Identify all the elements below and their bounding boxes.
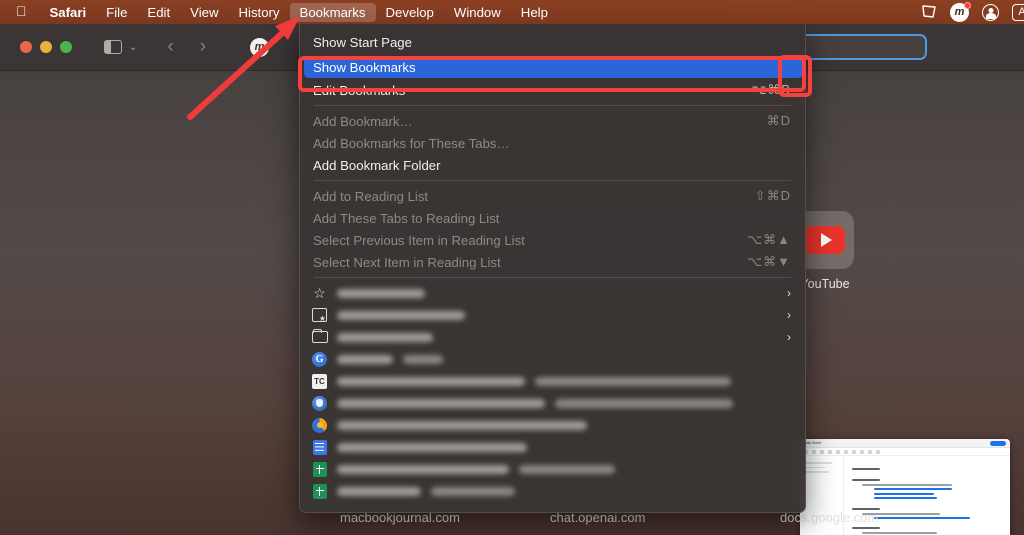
menu-history[interactable]: History	[229, 3, 290, 22]
sidebar-button-highlight-box	[778, 55, 812, 97]
menu-item-add-these-tabs-to-reading-list[interactable]: Add These Tabs to Reading List	[300, 207, 805, 229]
bookmark-row[interactable]	[300, 480, 805, 502]
bookmark-row[interactable]	[300, 392, 805, 414]
folder-icon	[311, 328, 328, 346]
bookmark-title-redacted	[337, 442, 527, 452]
google-sheets-favicon-2	[311, 483, 328, 500]
menu-safari[interactable]: Safari	[40, 3, 97, 22]
menu-item-add-bookmark[interactable]: Add Bookmark… ⌘D	[300, 110, 805, 132]
favorites-star-icon: ☆	[313, 284, 326, 301]
doc-toolbar	[800, 448, 1010, 456]
menu-bookmarks[interactable]: Bookmarks	[289, 2, 376, 22]
bookmark-row[interactable]: ›	[300, 304, 805, 326]
user-avatar-icon[interactable]: m	[950, 1, 971, 22]
control-center-icon[interactable]	[921, 5, 937, 19]
menu-item-select-next-item-in-reading-list[interactable]: Select Next Item in Reading List ⌥⌘▼	[300, 251, 805, 273]
bookmarks-dropdown-menu[interactable]: Show Start Page Show Bookmarks Edit Book…	[299, 24, 806, 513]
menu-separator	[314, 105, 791, 106]
bookmark-row[interactable]: G	[300, 348, 805, 370]
grammarly-favicon: G	[311, 351, 328, 368]
site-favicon-gear	[311, 417, 328, 434]
menu-view[interactable]: View	[180, 3, 228, 22]
forward-button[interactable]: ›	[200, 36, 206, 58]
bookmark-row[interactable]: ›	[300, 326, 805, 348]
bookmark-title-redacted	[337, 398, 545, 408]
bookmark-title-redacted	[337, 376, 525, 386]
screenshot-root: ⌄ ‹ › m YouTube Task Sheet macbookjourna…	[0, 0, 1024, 535]
bookmark-subtitle-redacted	[403, 354, 443, 364]
zoom-button[interactable]	[60, 41, 72, 53]
chevron-down-icon[interactable]: ⌄	[129, 42, 137, 53]
chevron-right-icon: ›	[787, 286, 791, 300]
bookmark-title-redacted	[337, 354, 393, 364]
bookmark-subtitle-redacted	[555, 398, 733, 408]
menu-separator-3	[314, 277, 791, 278]
close-button[interactable]	[20, 41, 32, 53]
bookmark-title-redacted	[337, 332, 433, 342]
bookmark-subtitle-redacted	[431, 486, 515, 496]
menu-item-add-bookmarks-for-these-tabs[interactable]: Add Bookmarks for These Tabs…	[300, 132, 805, 154]
window-controls[interactable]	[0, 41, 72, 53]
sidebar-toggle[interactable]: ⌄	[104, 40, 137, 54]
bookmark-subtitle-redacted	[535, 376, 731, 386]
apple-logo-icon[interactable]: 	[0, 4, 40, 18]
address-bar[interactable]	[792, 34, 927, 60]
google-sheets-favicon	[311, 461, 328, 478]
bookmark-row[interactable]: TC	[300, 370, 805, 392]
menu-separator-2	[314, 180, 791, 181]
bookmark-title-redacted	[337, 420, 587, 430]
bookmark-title-redacted	[337, 310, 465, 320]
navigation-arrows[interactable]: ‹ ›	[167, 36, 206, 58]
bookmark-row[interactable]	[300, 414, 805, 436]
menu-develop[interactable]: Develop	[376, 3, 444, 22]
show-bookmarks-highlight-box	[298, 56, 806, 92]
menu-edit[interactable]: Edit	[137, 3, 180, 22]
menu-file[interactable]: File	[96, 3, 137, 22]
chevron-right-icon: ›	[787, 308, 791, 322]
chevron-right-icon: ›	[787, 330, 791, 344]
minimize-button[interactable]	[40, 41, 52, 53]
site-favicon-dark: TC	[311, 373, 328, 390]
doc-preview-title: Task Sheet	[804, 441, 821, 445]
input-source-icon[interactable]: A	[1012, 3, 1024, 21]
menu-item-add-bookmark-folder[interactable]: Add Bookmark Folder	[300, 154, 805, 176]
bookmark-row[interactable]: ☆ ›	[300, 282, 805, 304]
bookmarks-list: ☆›››GTC	[300, 282, 805, 502]
account-icon[interactable]	[982, 3, 999, 21]
bookmark-subtitle-redacted	[519, 464, 615, 474]
bookmark-row[interactable]	[300, 458, 805, 480]
bookmark-title-redacted	[337, 486, 421, 496]
menu-help[interactable]: Help	[511, 3, 558, 22]
bookmark-title-redacted	[337, 288, 425, 298]
bookmarks-stack-icon	[311, 307, 328, 324]
back-button[interactable]: ‹	[167, 36, 173, 58]
menu-item-show-start-page[interactable]: Show Start Page	[300, 31, 805, 53]
tab-favicon[interactable]: m	[250, 37, 270, 57]
site-favicon-blue	[311, 395, 328, 412]
doc-share-button	[990, 440, 1006, 446]
menu-item-select-previous-item-in-reading-list[interactable]: Select Previous Item in Reading List ⌥⌘▲	[300, 229, 805, 251]
menu-item-add-to-reading-list[interactable]: Add to Reading List ⇧⌘D	[300, 185, 805, 207]
bookmark-row[interactable]	[300, 436, 805, 458]
macos-menu-bar:  Safari File Edit View History Bookmark…	[0, 0, 1024, 24]
sidebar-icon[interactable]	[104, 40, 122, 54]
menu-window[interactable]: Window	[444, 3, 511, 22]
google-docs-favicon	[311, 439, 328, 456]
bookmark-title-redacted	[337, 464, 509, 474]
